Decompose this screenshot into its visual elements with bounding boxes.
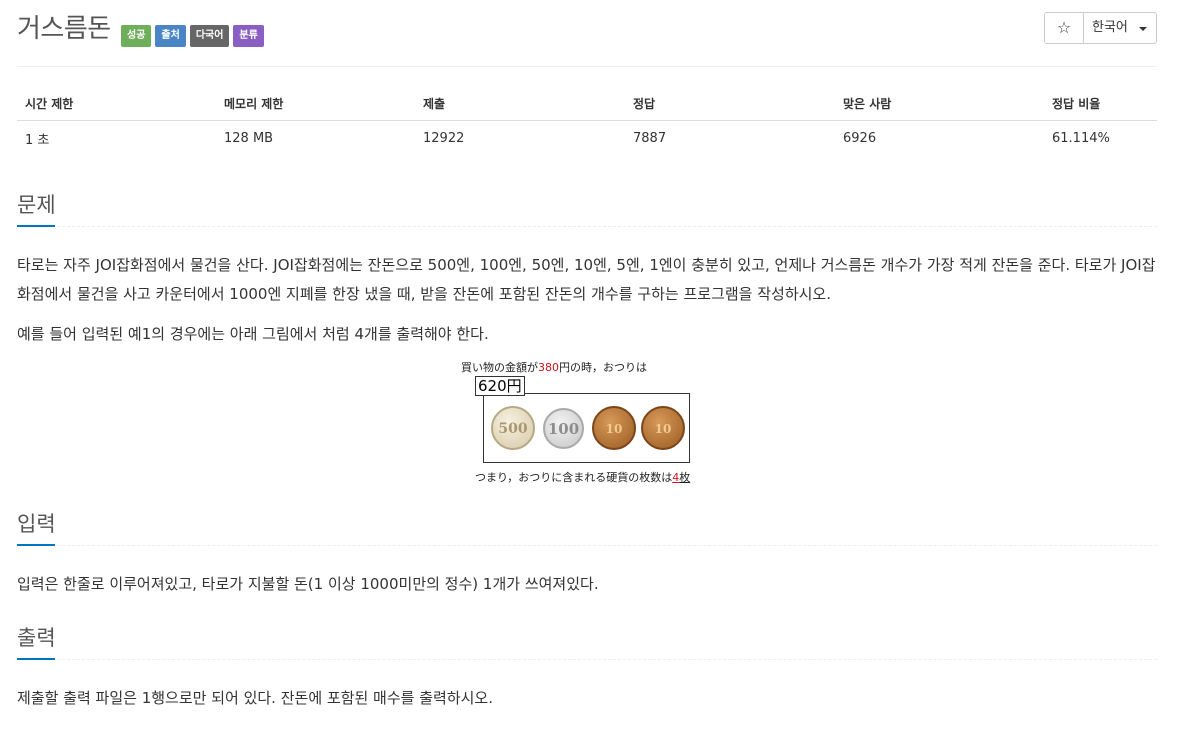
section-title: 문제 [17,193,56,217]
badge-success[interactable]: 성공 [121,25,152,47]
badge-multilingual[interactable]: 다국어 [189,25,230,47]
output-section-header: 출력 [17,619,1157,660]
solvers-value: 6926 [843,131,877,146]
input-description: 입력은 한줄로 이루어져있고, 타로가 지불할 돈(1 이상 1000미만의 정… [17,575,599,593]
section-underline [17,544,55,546]
output-description: 제출할 출력 파일은 1행으로만 되어 있다. 잔돈에 포함된 매수를 출력하시… [17,689,493,707]
badge-source[interactable]: 출처 [155,25,186,47]
badge-group: 성공 출처 다국어 분류 [121,25,264,47]
column-header: 메모리 제한 [216,86,415,121]
input-section-header: 입력 [17,505,1157,546]
language-dropdown[interactable]: 한국어 [1084,13,1156,43]
problem-header: 거스름돈 성공 출처 다국어 분류 ☆ 한국어 [17,0,1157,67]
memory-limit-value: 128 MB [224,131,274,146]
problem-info-table: 시간 제한 메모리 제한 제출 정답 맞은 사람 정답 비율 1 초 128 M… [17,86,1157,156]
language-label: 한국어 [1092,20,1128,35]
change-amount-label: 620円 [475,376,525,396]
figure-caption-top: 買い物の金額が380円の時，おつりは [461,361,647,374]
column-header: 맞은 사람 [835,86,1044,121]
accepted-value: 7887 [633,131,667,146]
section-title: 입력 [17,512,56,536]
submissions-value: 12922 [423,131,465,146]
coin-10-icon: 10 [641,406,685,450]
coin-box: 500 100 10 10 [483,393,690,463]
purchase-amount: 380 [538,361,559,374]
header-tools: ☆ 한국어 [1044,12,1157,44]
figure-caption-bottom: つまり，おつりに含まれる硬貨の枚数は4枚 [475,471,691,484]
problem-description: 타로는 자주 JOI잡화점에서 물건을 산다. JOI잡화점에는 잔돈으로 50… [17,256,1156,303]
section-underline [17,225,55,227]
table-row: 1 초 128 MB 12922 7887 6926 61.114% [17,121,1157,157]
accept-rate-value: 61.114% [1052,131,1110,146]
coin-10-icon: 10 [592,406,636,450]
page-title: 거스름돈 [17,14,111,44]
section-underline [17,658,55,660]
column-header: 정답 비율 [1044,86,1157,121]
change-example-figure: 買い物の金額が380円の時，おつりは 620円 500 100 10 10 つま… [455,356,725,488]
column-header: 제출 [415,86,625,121]
coin-100-icon: 100 [543,408,584,449]
table-header-row: 시간 제한 메모리 제한 제출 정답 맞은 사람 정답 비율 [17,86,1157,121]
column-header: 시간 제한 [17,86,216,121]
problem-example-note: 예를 들어 입력된 예1의 경우에는 아래 그림에서 처럼 4개를 출력해야 한… [17,325,489,343]
column-header: 정답 [625,86,835,121]
coin-500-icon: 500 [491,406,535,450]
section-title: 출력 [17,626,56,650]
time-limit-value: 1 초 [25,133,50,148]
badge-category[interactable]: 분류 [233,25,264,47]
problem-section-header: 문제 [17,186,1157,227]
star-icon[interactable]: ☆ [1045,13,1084,43]
caret-down-icon [1139,27,1147,31]
